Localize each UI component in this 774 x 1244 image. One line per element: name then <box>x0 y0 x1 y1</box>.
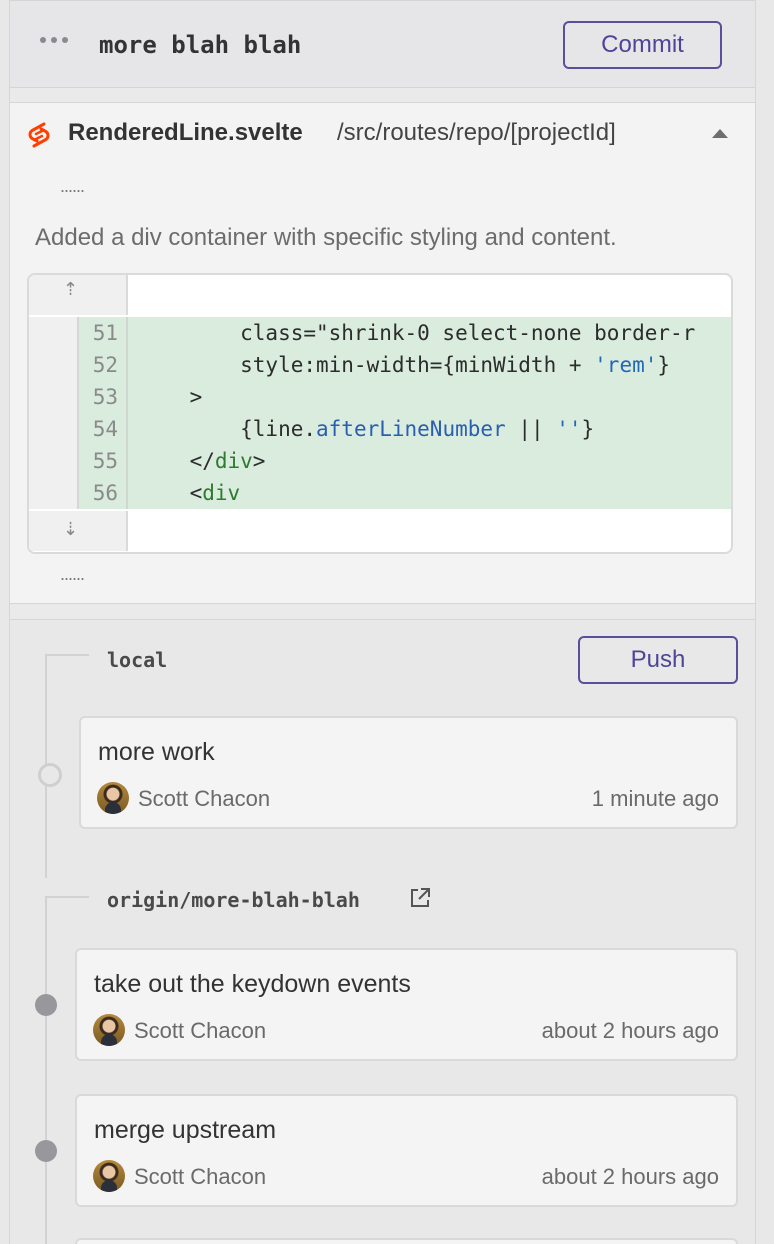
line-code: class="shrink-0 select-none border-r <box>139 321 696 345</box>
commit-message: more work <box>98 738 215 766</box>
commit-message: take out the keydown events <box>94 970 411 998</box>
file-path: /src/routes/repo/[projectId] <box>337 119 616 146</box>
line-number: 52 <box>79 349 128 381</box>
external-link-icon[interactable] <box>408 886 432 910</box>
line-code: <div <box>139 481 241 505</box>
commit-dot-icon <box>35 1140 57 1162</box>
commit-card[interactable]: take out the keydown events Scott Chacon… <box>75 948 738 1061</box>
old-line-gutter <box>29 445 79 477</box>
expand-up-icon: ⇡ <box>63 279 79 299</box>
commit-card[interactable]: merge upstream Scott Chacon about 2 hour… <box>75 1094 738 1207</box>
old-line-gutter <box>29 413 79 445</box>
file-name[interactable]: RenderedLine.svelte <box>68 119 303 147</box>
old-line-gutter <box>29 349 79 381</box>
code-hunk: ⇡ 51 class="shrink-0 select-none border-… <box>27 273 733 554</box>
svelte-icon <box>28 122 50 148</box>
commit-card[interactable]: more work Scott Chacon 1 minute ago <box>79 716 738 829</box>
line-code: </div> <box>139 449 266 473</box>
commit-dot-icon <box>38 763 62 787</box>
avatar <box>93 1014 125 1046</box>
avatar <box>93 1160 125 1192</box>
commit-author: Scott Chacon <box>134 1018 267 1043</box>
diff-line: 52 style:min-width={minWidth + 'rem'} <box>29 349 731 381</box>
commit-message: merge upstream <box>94 1116 277 1144</box>
diff-line: 54 {line.afterLineNumber || ''} <box>29 413 731 445</box>
local-lane-label: local <box>107 648 168 672</box>
old-line-gutter <box>29 381 79 413</box>
commits-section: local Push more work Scott Chacon 1 minu… <box>10 619 755 1244</box>
drag-handle-icon[interactable] <box>40 37 68 43</box>
diff-line: 55 </div> <box>29 445 731 477</box>
diff-line: 56 <div <box>29 477 731 509</box>
push-button[interactable]: Push <box>578 636 738 684</box>
line-code: > <box>139 385 203 409</box>
line-number: 55 <box>79 445 128 477</box>
commit-dot-icon <box>35 994 57 1016</box>
expand-up-button[interactable]: ⇡ <box>29 275 128 315</box>
commit-time: about 2 hours ago <box>541 1164 719 1189</box>
remote-lane-line <box>45 896 47 1244</box>
hunk-ellipsis-top[interactable]: ...... <box>60 177 85 195</box>
change-description: Added a div container with specific styl… <box>35 224 617 251</box>
diff-lines: 51 class="shrink-0 select-none border-r 5… <box>29 317 731 509</box>
remote-lane-label: origin/more-blah-blah <box>107 888 360 912</box>
commit-author: Scott Chacon <box>138 786 271 811</box>
commit-author: Scott Chacon <box>134 1164 267 1189</box>
line-number: 51 <box>79 317 128 349</box>
commit-time: 1 minute ago <box>591 786 719 811</box>
line-number: 54 <box>79 413 128 445</box>
avatar <box>97 782 129 814</box>
diff-line: 51 class="shrink-0 select-none border-r <box>29 317 731 349</box>
local-lane-branch <box>45 654 89 656</box>
expand-down-icon: ⇣ <box>63 519 79 539</box>
commit-time: about 2 hours ago <box>541 1018 719 1043</box>
line-number: 56 <box>79 477 128 509</box>
old-line-gutter <box>29 477 79 509</box>
commit-button[interactable]: Commit <box>563 21 722 69</box>
collapse-caret-icon[interactable] <box>712 129 728 138</box>
line-code: style:min-width={minWidth + 'rem'} <box>139 353 671 377</box>
diff-line: 53 > <box>29 381 731 413</box>
line-code: {line.afterLineNumber || ''} <box>139 417 595 441</box>
remote-lane-branch <box>45 896 89 898</box>
branch-header: more blah blah Commit <box>10 0 755 88</box>
branch-lane-panel: more blah blah Commit RenderedLine.svelt… <box>9 0 756 1244</box>
expand-down-button[interactable]: ⇣ <box>29 511 128 551</box>
old-line-gutter <box>29 317 79 349</box>
branch-name[interactable]: more blah blah <box>99 31 301 59</box>
line-number: 53 <box>79 381 128 413</box>
hunk-ellipsis-bottom[interactable]: ...... <box>60 565 85 583</box>
commit-card-partial[interactable] <box>75 1238 738 1244</box>
file-diff-card: RenderedLine.svelte /src/routes/repo/[pr… <box>10 102 755 604</box>
